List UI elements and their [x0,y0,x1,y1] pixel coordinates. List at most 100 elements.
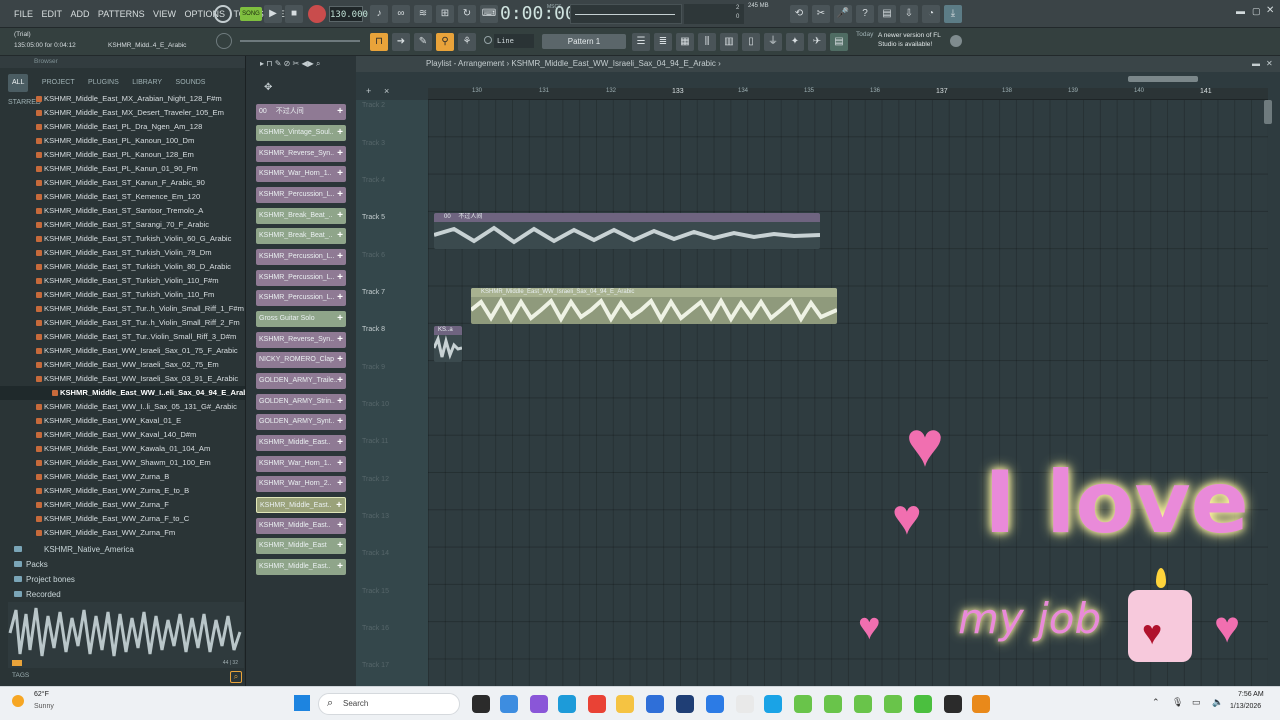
list-item[interactable]: KSHMR_Middle_East_PL_Kanoun_128_Em [0,148,245,162]
list-item[interactable]: KSHMR_Middle_East_ST_Turkish_Violin_80_D… [0,260,245,274]
pencil-tool-icon[interactable]: ✎ [414,33,432,51]
channel-item[interactable]: KSHMR_Vintage_Soul.. + [256,125,346,141]
menu-view[interactable]: VIEW [153,0,176,28]
track-label[interactable]: Track 13 [362,513,389,520]
add-icon[interactable]: + [337,559,343,575]
add-icon[interactable]: + [337,414,343,430]
news-arrow-icon[interactable] [950,35,962,47]
list-item[interactable]: KSHMR_Middle_East_PL_Kanun_01_90_Fm [0,162,245,176]
weather-temp[interactable]: 62°F [34,691,49,698]
add-icon[interactable]: + [337,104,343,120]
add-icon[interactable]: + [337,373,343,389]
loop-record-icon[interactable]: ↻ [458,5,476,23]
piano-roll-icon[interactable]: ▦ [676,33,694,51]
channel-item[interactable]: KSHMR_Break_Beat_.. + [256,208,346,224]
app-icon[interactable] [944,695,962,713]
list-item[interactable]: KSHMR_Middle_East_WW_Zurna_Fm [0,526,245,540]
track-label[interactable]: Track 10 [362,401,389,408]
app-icon[interactable] [706,695,724,713]
channel-rack-icon[interactable]: ≣ [654,33,672,51]
step-edit-icon[interactable]: ≋ [414,5,432,23]
channel-item[interactable]: Gross Guitar Solo + [256,311,346,327]
weather-icon[interactable] [12,695,24,707]
channel-item[interactable]: KSHMR_Reverse_Syn.. + [256,146,346,162]
gopher-icon[interactable]: ✈ [808,33,826,51]
edge-icon[interactable] [500,695,518,713]
render-icon[interactable]: ⇩ [900,5,918,23]
countdown-icon[interactable]: ∞ [392,5,410,23]
list-item[interactable]: KSHMR_Middle_East_WW_Kaval_140_D#m [0,428,245,442]
blend-notes-icon[interactable]: ⊞ [436,5,454,23]
export-icon[interactable]: ⤓ [944,5,962,23]
windows-start-icon[interactable] [294,695,310,711]
add-icon[interactable]: + [337,125,343,141]
chat-icon[interactable]: ◔ [922,5,940,23]
channel-item[interactable]: KSHMR_Middle_East.. + [256,518,346,534]
add-icon[interactable]: + [336,498,342,512]
touch-controller-icon[interactable]: ✦ [786,33,804,51]
tempo-display[interactable]: 130.000 [329,6,368,22]
list-item[interactable]: KSHMR_Middle_East_WW_Zurna_B [0,470,245,484]
tab-library[interactable]: LIBRARY [132,75,162,91]
folder-item[interactable]: Recorded [0,587,245,602]
fl-studio-icon[interactable] [854,695,872,713]
list-item[interactable]: KSHMR_Middle_East_WW_Zurna_E_to_B [0,484,245,498]
list-item-selected[interactable]: KSHMR_Middle_East_WW_I..eli_Sax_04_94_E_… [0,386,245,400]
metronome-icon[interactable]: ♪ [370,5,388,23]
track-label[interactable]: Track 6 [362,252,385,259]
list-item[interactable]: KSHMR_Middle_East_PL_Kanoun_100_Dm [0,134,245,148]
add-icon[interactable]: + [337,249,343,265]
add-icon[interactable]: + [337,208,343,224]
undo-history-icon[interactable]: ⟲ [790,5,808,23]
add-icon[interactable]: + [337,166,343,182]
clock-date[interactable]: 1/13/2026 [1230,703,1261,710]
track-label[interactable]: Track 12 [362,476,389,483]
folder-item[interactable]: KSHMR_Native_America [0,542,245,557]
breadcrumb[interactable]: Playlist - Arrangement › KSHMR_Middle_Ea… [426,56,721,72]
project-icon[interactable]: ▯ [742,33,760,51]
list-item[interactable]: KSHMR_Middle_East_WW_Kawala_01_104_Am [0,442,245,456]
fl-studio-icon[interactable] [824,695,842,713]
list-item[interactable]: KSHMR_Middle_East_ST_Kemence_Em_120 [0,190,245,204]
channel-item[interactable]: KSHMR_Middle_East + [256,538,346,554]
app-icon[interactable] [736,695,754,713]
microphone-icon[interactable]: 🎤 [834,5,852,23]
channel-item[interactable]: KSHMR_Percussion_L.. + [256,187,346,203]
pat-song-toggle[interactable]: SONG [240,7,262,21]
add-icon[interactable]: + [337,538,343,554]
folder-item[interactable]: Packs [0,557,245,572]
add-icon[interactable]: + [337,476,343,492]
list-item[interactable]: KSHMR_Middle_East_ST_Tur..h_Violin_Small… [0,316,245,330]
play-button[interactable]: ▶ [264,5,282,23]
track-label[interactable]: Track 8 [362,326,385,333]
menu-file[interactable]: FILE [14,0,33,28]
add-icon[interactable]: + [337,187,343,203]
news-text[interactable]: A newer version of FL Studio is availabl… [856,31,946,49]
playlist-tools-icon[interactable]: ▸ ⊓ ✎ ⊘ ✂ ◀▶ ⌕ [260,56,321,72]
playlist-icon[interactable]: ☰ [632,33,650,51]
channel-item[interactable]: KSHMR_War_Horn_2.. + [256,476,346,492]
sample-preview-waveform[interactable]: 44 | 32 [8,602,244,668]
window-close-icon[interactable]: ✕ [1266,5,1274,16]
horizontal-scrollbar[interactable] [1128,76,1198,82]
channel-item[interactable]: 00 不过人间 + [256,104,346,120]
track-label[interactable]: Track 16 [362,625,389,632]
list-item[interactable]: KSHMR_Middle_East_ST_Santoor_Tremolo_A [0,204,245,218]
tab-sounds[interactable]: SOUNDS [176,75,206,91]
add-icon[interactable]: + [337,270,343,286]
list-item[interactable]: KSHMR_Middle_East_ST_Kanun_F_Arabic_90 [0,176,245,190]
stop-button[interactable]: ■ [285,5,303,23]
audio-clip[interactable]: KS..a [434,326,462,362]
channel-item[interactable]: GOLDEN_ARMY_Synt.. + [256,414,346,430]
list-item[interactable]: KSHMR_Middle_East_WW_Shawm_01_100_Em [0,456,245,470]
menu-patterns[interactable]: PATTERNS [98,0,145,28]
window-maximize-icon[interactable]: ▢ [1252,6,1261,17]
volume-icon[interactable]: 🔈 [1212,697,1223,708]
track-label[interactable]: Track 11 [362,438,388,445]
channel-item[interactable]: NICKY_ROMERO_Clap + [256,352,346,368]
list-item[interactable]: KSHMR_Middle_East_ST_Tur..Violin_Small_R… [0,330,245,344]
fl-studio-icon[interactable] [884,695,902,713]
snap-magnet-icon[interactable] [484,36,492,44]
store-icon[interactable] [646,695,664,713]
track-label[interactable]: Track 7 [362,289,385,296]
